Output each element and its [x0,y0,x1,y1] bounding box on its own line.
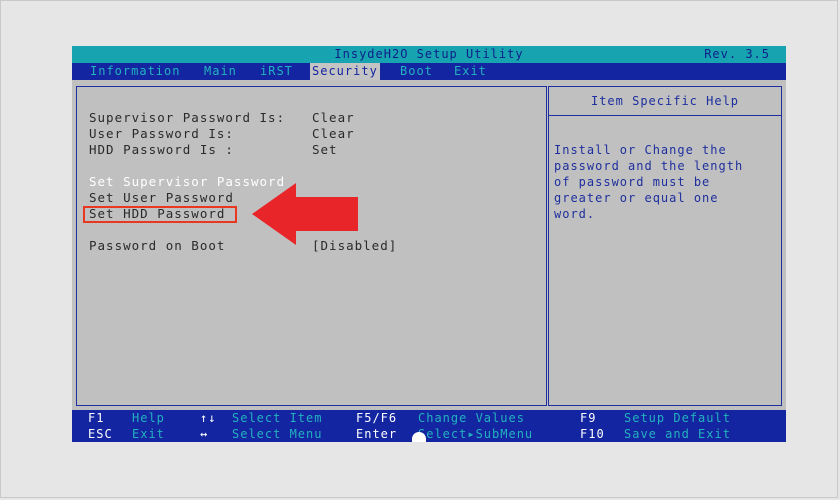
highlight-box [83,206,237,223]
footer-key: Enter [356,427,398,441]
help-line: password and the length [554,159,744,173]
menu-boot[interactable]: Boot [398,63,435,80]
footer-key: ESC [88,427,113,441]
footer-key: F1 [88,411,105,425]
app-title: InsydeH2O Setup Utility [334,47,524,61]
menu-information[interactable]: Information [88,63,182,80]
cursor-icon [412,432,426,442]
help-line: Install or Change the [554,143,727,157]
title-bar: InsydeH2O Setup Utility Rev. 3.5 [72,46,786,63]
supervisor-password-status: Clear [312,110,355,125]
hdd-password-status: Set [312,142,338,157]
supervisor-password-label: Supervisor Password Is: [89,110,286,125]
menu-irst[interactable]: iRST [258,63,295,80]
help-line: greater or equal one [554,191,719,205]
footer-key: F10 [580,427,605,441]
footer-key: F9 [580,411,597,425]
help-text: Install or Change the password and the l… [554,142,780,222]
footer-key: ↑↓ [200,411,217,425]
help-line: of password must be [554,175,711,189]
footer-desc: Select Menu [232,427,323,441]
help-line: word. [554,207,596,221]
red-arrow-icon [252,183,358,245]
password-on-boot-label: Password on Boot [89,238,226,253]
footer-desc: Save and Exit [624,427,731,441]
menu-main[interactable]: Main [202,63,239,80]
set-user-password-item[interactable]: Set User Password [89,190,234,206]
footer-desc: Help [132,411,165,425]
help-header: Item Specific Help [549,87,781,116]
footer-desc: Change Values [418,411,525,425]
menu-bar: Information Main iRST Security Boot Exit [72,63,786,80]
hdd-password-label: HDD Password Is : [89,142,234,157]
key-legend-footer: F1 Help ↑↓ Select Item F5/F6 Change Valu… [72,410,786,442]
help-panel: Item Specific Help Install or Change the… [548,86,782,406]
user-password-label: User Password Is: [89,126,234,141]
menu-exit[interactable]: Exit [452,63,489,80]
footer-key: F5/F6 [356,411,398,425]
user-password-status: Clear [312,126,355,141]
footer-desc: Select▸SubMenu [418,427,534,441]
footer-desc: Setup Default [624,411,731,425]
footer-desc: Exit [132,427,165,441]
footer-desc: Select Item [232,411,323,425]
menu-security[interactable]: Security [310,63,380,80]
footer-key: ↔ [200,427,209,441]
revision-label: Rev. 3.5 [704,47,770,61]
